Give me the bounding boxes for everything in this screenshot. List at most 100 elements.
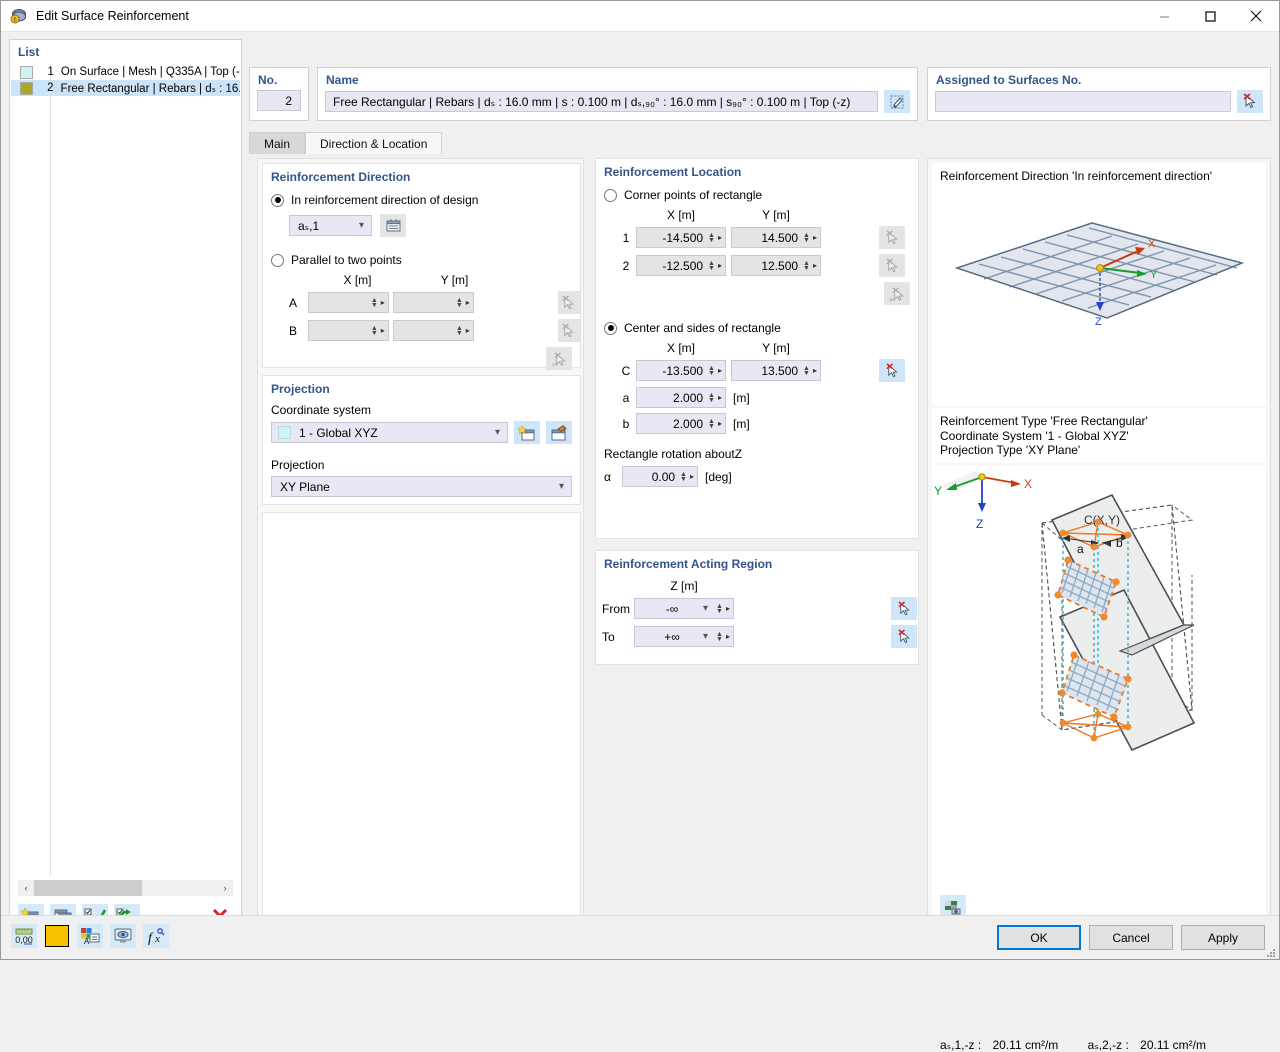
tab-main[interactable]: Main <box>249 132 306 154</box>
spinner-icon[interactable]: ▲ ▼ <box>803 260 810 272</box>
corner-2-y-input[interactable]: 12.500 ▲ ▼ ▸ <box>731 255 821 276</box>
expand-arrow-icon[interactable]: ▸ <box>726 632 730 641</box>
expand-arrow-icon[interactable]: ▸ <box>718 419 722 428</box>
row-a-x-input[interactable]: ▲ ▼ ▸ <box>307 292 389 313</box>
reinforcement-direction-title: Reinforcement Direction <box>271 170 411 184</box>
scrollbar-track[interactable] <box>142 880 217 896</box>
option-parallel-two-points[interactable]: Parallel to two points <box>271 253 580 267</box>
pick-two-points-button[interactable]: 2x <box>546 347 572 370</box>
expand-arrow-icon[interactable]: ▸ <box>381 326 385 335</box>
cancel-button[interactable]: Cancel <box>1089 925 1173 950</box>
apply-button[interactable]: Apply <box>1181 925 1265 950</box>
ok-button[interactable]: OK <box>997 925 1081 950</box>
list-horizontal-scrollbar[interactable]: ‹ › <box>18 880 233 896</box>
chevron-down-icon[interactable]: ▾ <box>703 603 708 614</box>
list-item[interactable]: 2 Free Rectangular | Rebars | dₛ : 16.0 … <box>11 80 240 96</box>
expand-arrow-icon[interactable]: ▸ <box>466 326 470 335</box>
corner-1-x-input[interactable]: -14.500 ▲ ▼ ▸ <box>636 227 726 248</box>
spinner-icon[interactable]: ▲ ▼ <box>708 392 715 404</box>
option-in-design-direction[interactable]: In reinforcement direction of design <box>271 193 580 207</box>
edit-coordinate-system-button[interactable] <box>546 421 572 444</box>
list-item[interactable]: 1 On Surface | Mesh | Q335A | Top (-z) | <box>11 64 240 80</box>
spinner-icon[interactable]: ▲ ▼ <box>716 603 723 615</box>
acting-region-from-input[interactable]: -∞ ▾ ▲ ▼ ▸ <box>634 598 734 619</box>
new-coordinate-system-button[interactable] <box>514 421 540 444</box>
expand-arrow-icon[interactable]: ▸ <box>718 233 722 242</box>
spinner-icon[interactable]: ▲ ▼ <box>708 232 715 244</box>
option-corner-points[interactable]: Corner points of rectangle <box>604 188 918 202</box>
pick-to-z-button[interactable] <box>891 625 917 648</box>
scroll-right-icon[interactable]: › <box>217 880 233 896</box>
expand-arrow-icon[interactable]: ▸ <box>726 604 730 613</box>
spinner-icon[interactable]: ▲ ▼ <box>456 297 463 309</box>
spinner-icon[interactable]: ▲ ▼ <box>708 365 715 377</box>
center-x-input[interactable]: -13.500 ▲ ▼ ▸ <box>636 360 726 381</box>
expand-arrow-icon[interactable]: ▸ <box>718 261 722 270</box>
number-value[interactable]: 2 <box>257 90 301 111</box>
spinner-icon[interactable]: ▲ ▼ <box>680 471 687 483</box>
expand-arrow-icon[interactable]: ▸ <box>381 298 385 307</box>
minimize-button[interactable] <box>1141 1 1187 32</box>
expand-arrow-icon[interactable]: ▸ <box>813 366 817 375</box>
expand-arrow-icon[interactable]: ▸ <box>690 472 694 481</box>
pick-corner-1-button[interactable] <box>879 226 905 249</box>
assigned-surfaces-input[interactable] <box>935 91 1231 112</box>
pick-point-b-button[interactable] <box>557 319 581 342</box>
side-b-input[interactable]: 2.000 ▲ ▼ ▸ <box>636 413 726 434</box>
spinner-icon[interactable]: ▲ ▼ <box>708 260 715 272</box>
pick-corner-2-button[interactable] <box>879 254 905 277</box>
option-center-sides[interactable]: Center and sides of rectangle <box>604 321 918 335</box>
name-edit-button[interactable] <box>884 90 910 113</box>
projection-select[interactable]: XY Plane ▾ <box>271 476 572 497</box>
tab-direction-location[interactable]: Direction & Location <box>305 132 443 154</box>
rotation-input[interactable]: 0.00 ▲ ▼ ▸ <box>622 466 698 487</box>
expand-arrow-icon[interactable]: ▸ <box>813 233 817 242</box>
scrollbar-thumb[interactable] <box>34 880 142 896</box>
design-direction-table-button[interactable] <box>380 214 406 237</box>
render-view-button[interactable] <box>110 924 136 948</box>
expand-arrow-icon[interactable]: ▸ <box>718 366 722 375</box>
radio-center-sides[interactable] <box>604 321 617 335</box>
spinner-icon[interactable]: ▲ ▼ <box>371 325 378 337</box>
scroll-left-icon[interactable]: ‹ <box>18 880 34 896</box>
name-value[interactable]: Free Rectangular | Rebars | dₛ : 16.0 mm… <box>325 91 878 112</box>
display-properties-button[interactable]: A <box>77 924 103 948</box>
as2-value: 20.11 cm²/m <box>1140 1038 1206 1052</box>
design-direction-select[interactable]: aₛ,1 ▾ <box>289 215 372 236</box>
radio-parallel-two-points[interactable] <box>271 253 284 267</box>
chevron-down-icon[interactable]: ▾ <box>703 631 708 642</box>
row-a-y-input[interactable]: ▲ ▼ ▸ <box>392 292 474 313</box>
acting-region-to-input[interactable]: +∞ ▾ ▲ ▼ ▸ <box>634 626 734 647</box>
spinner-icon[interactable]: ▲ ▼ <box>708 418 715 430</box>
row-b-x-input[interactable]: ▲ ▼ ▸ <box>307 320 389 341</box>
spinner-icon[interactable]: ▲ ▼ <box>803 365 810 377</box>
pick-surface-button[interactable] <box>1237 90 1263 113</box>
expand-arrow-icon[interactable]: ▸ <box>718 393 722 402</box>
spinner-icon[interactable]: ▲ ▼ <box>456 325 463 337</box>
pick-center-point-button[interactable] <box>879 359 905 382</box>
axis-x-label: X <box>1148 238 1156 250</box>
radio-corner-points[interactable] <box>604 188 617 202</box>
coordinate-system-select[interactable]: 1 - Global XYZ ▾ <box>271 422 508 443</box>
expand-arrow-icon[interactable]: ▸ <box>466 298 470 307</box>
color-swatch-button[interactable] <box>44 924 70 948</box>
pick-from-z-button[interactable] <box>891 597 917 620</box>
side-a-input[interactable]: 2.000 ▲ ▼ ▸ <box>636 387 726 408</box>
pick-two-corners-button[interactable]: 2x <box>884 282 910 305</box>
radio-in-design-direction[interactable] <box>271 193 284 207</box>
preview-column: Reinforcement Direction 'In reinforcemen… <box>927 158 1271 1052</box>
formula-button[interactable]: f x <box>143 924 169 948</box>
expand-arrow-icon[interactable]: ▸ <box>813 261 817 270</box>
close-button[interactable] <box>1233 1 1279 32</box>
corner-2-x-input[interactable]: -12.500 ▲ ▼ ▸ <box>636 255 726 276</box>
pick-point-a-button[interactable] <box>557 291 581 314</box>
spinner-icon[interactable]: ▲ ▼ <box>716 631 723 643</box>
number-format-button[interactable]: 0,00 <box>11 924 37 948</box>
center-y-input[interactable]: 13.500 ▲ ▼ ▸ <box>731 360 821 381</box>
resize-grip-icon[interactable] <box>1266 947 1276 957</box>
corner-1-y-input[interactable]: 14.500 ▲ ▼ ▸ <box>731 227 821 248</box>
row-b-y-input[interactable]: ▲ ▼ ▸ <box>392 320 474 341</box>
maximize-button[interactable] <box>1187 1 1233 32</box>
spinner-icon[interactable]: ▲ ▼ <box>371 297 378 309</box>
spinner-icon[interactable]: ▲ ▼ <box>803 232 810 244</box>
